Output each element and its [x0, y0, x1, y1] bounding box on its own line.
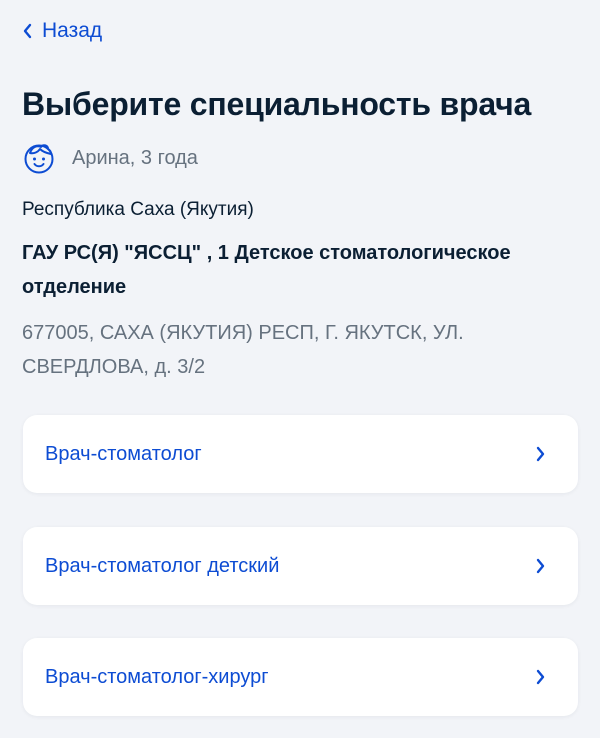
- patient-name: Арина, 3 года: [72, 146, 198, 169]
- chevron-right-icon: [536, 446, 545, 462]
- chevron-left-icon: [23, 23, 32, 39]
- page-title: Выберите специальность врача: [22, 86, 532, 122]
- patient-info: Арина, 3 года: [22, 141, 198, 175]
- chevron-right-icon: [536, 558, 545, 574]
- specialty-label: Врач-стоматолог-хирург: [45, 665, 269, 688]
- chevron-right-icon: [536, 669, 545, 685]
- specialty-label: Врач-стоматолог: [45, 442, 202, 465]
- specialty-item-pediatric-dentist[interactable]: Врач-стоматолог детский: [23, 527, 578, 605]
- clinic-address: 677005, САХА (ЯКУТИЯ) РЕСП, Г. ЯКУТСК, У…: [22, 322, 464, 378]
- specialty-item-dental-surgeon[interactable]: Врач-стоматолог-хирург: [23, 638, 578, 716]
- back-label: Назад: [42, 19, 103, 42]
- clinic-region: Республика Саха (Якутия): [22, 199, 254, 220]
- child-face-icon: [24, 144, 54, 174]
- specialty-item-dentist[interactable]: Врач-стоматолог: [23, 415, 578, 493]
- clinic-name: ГАУ РС(Я) "ЯССЦ" , 1 Детское стоматологи…: [22, 242, 511, 298]
- specialty-label: Врач-стоматолог детский: [45, 554, 280, 577]
- back-button[interactable]: Назад: [22, 16, 102, 46]
